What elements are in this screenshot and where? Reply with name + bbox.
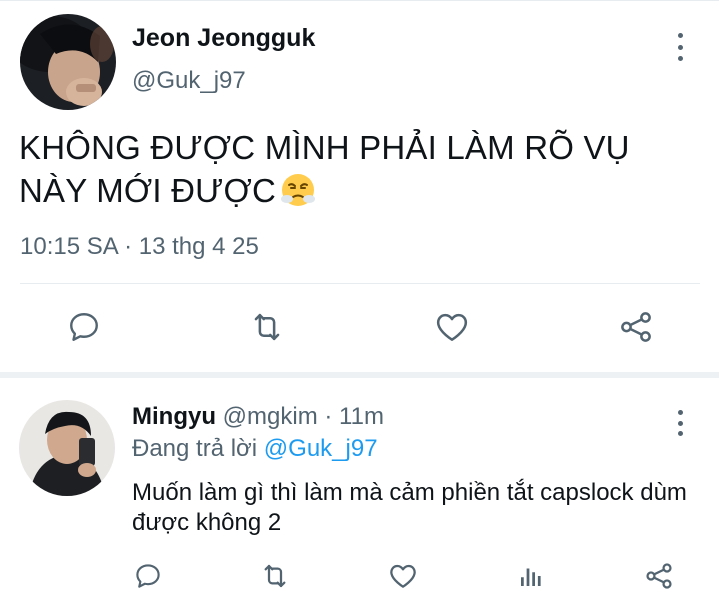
retweet-icon[interactable] (253, 554, 297, 598)
replying-prefix: Đang trả lời (132, 435, 258, 462)
divider (20, 283, 700, 284)
reply-header: Mingyu @mgkim · 11m (132, 403, 384, 431)
reply-author-handle[interactable]: @mgkim (223, 403, 318, 430)
share-icon[interactable] (614, 305, 658, 349)
like-icon[interactable] (430, 305, 474, 349)
author-name[interactable]: Jeon Jeongguk (132, 24, 315, 53)
author-handle[interactable]: @Guk_j97 (132, 67, 246, 95)
reply-author-avatar[interactable] (19, 400, 115, 496)
author-avatar[interactable] (20, 14, 116, 110)
analytics-icon[interactable] (509, 554, 553, 598)
replying-to-line: Đang trả lời @Guk_j97 (132, 435, 378, 463)
tweet-action-bar (0, 300, 719, 356)
reply-icon[interactable] (126, 554, 170, 598)
reply-icon[interactable] (62, 305, 106, 349)
more-options-icon[interactable] (668, 30, 692, 64)
reply-author-name[interactable]: Mingyu (132, 403, 216, 430)
reply-more-options-icon[interactable] (668, 408, 692, 438)
retweet-icon[interactable] (245, 305, 289, 349)
like-icon[interactable] (381, 554, 425, 598)
reply-text: Muốn làm gì thì làm mà cảm phiền tắt cap… (132, 479, 687, 536)
replying-to-mention[interactable]: @Guk_j97 (264, 435, 378, 462)
reply-action-bar (0, 554, 719, 598)
reply-time[interactable]: 11m (339, 403, 384, 430)
reply-tweet[interactable]: Mingyu @mgkim · 11m Đang trả lời @Guk_j9… (0, 378, 719, 605)
share-icon[interactable] (637, 554, 681, 598)
main-tweet: Jeon Jeongguk @Guk_j97 KHÔNG ĐƯỢC MÌNH P… (0, 0, 719, 372)
meta-separator: · (317, 403, 340, 430)
steam-from-nose-emoji-icon (280, 172, 316, 208)
tweet-text: KHÔNG ĐƯỢC MÌNH PHẢI LÀM RÕ VỤ NÀY MỚI Đ… (19, 126, 699, 212)
tweet-timestamp[interactable]: 10:15 SA · 13 thg 4 25 (20, 233, 259, 261)
tweet-text-content: KHÔNG ĐƯỢC MÌNH PHẢI LÀM RÕ VỤ NÀY MỚI Đ… (19, 129, 630, 209)
